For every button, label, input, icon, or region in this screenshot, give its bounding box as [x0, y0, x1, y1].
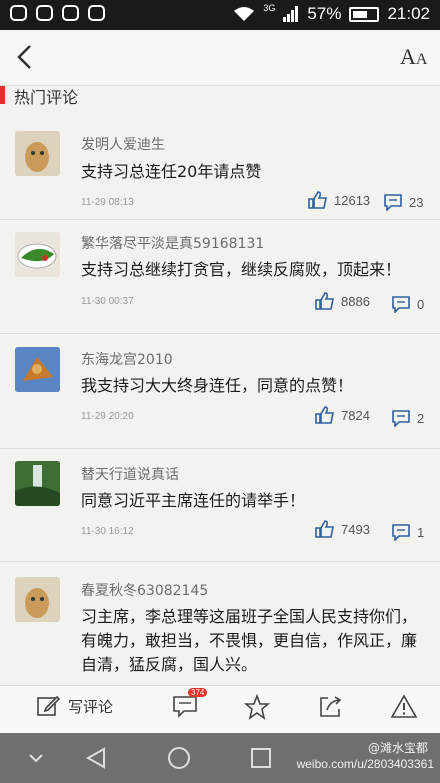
- weibo-notification-icon: [10, 5, 27, 21]
- like-button[interactable]: 8886: [315, 292, 370, 310]
- like-count: 7824: [341, 407, 370, 423]
- comments-icon: [173, 696, 197, 718]
- watermark-handle: @滩水宝都: [367, 741, 428, 755]
- star-icon: [244, 694, 270, 720]
- comment-item: 东海龙宫2010 我支持习大大终身连任，同意的点赞！ 11-29 20:20 7…: [0, 334, 440, 449]
- font-size-icon[interactable]: AA: [400, 44, 430, 74]
- comment-text: 同意习近平主席连任的请举手！: [81, 491, 306, 510]
- back-arrow-icon[interactable]: [10, 42, 40, 72]
- comment-time: 11-30 16:12: [81, 526, 134, 537]
- comment-text: 支持习总连任20年请点赞: [81, 162, 262, 181]
- recent-apps-square-icon[interactable]: [250, 747, 272, 769]
- write-comment-label: 写评论: [68, 697, 114, 716]
- cloud-notification-icon: [36, 5, 53, 21]
- comments-button[interactable]: 374: [172, 688, 208, 718]
- bottom-toolbar: 写评论 374: [0, 685, 440, 733]
- reply-count: 2: [417, 410, 425, 426]
- comment-bubble-icon: [392, 524, 410, 541]
- avatar[interactable]: [15, 347, 60, 392]
- heart-notification-icon: [62, 5, 79, 21]
- reply-count: 0: [417, 296, 425, 312]
- signal-icon: [283, 6, 299, 22]
- section-title: 热门评论: [14, 88, 79, 107]
- watermark-url: weibo.com/u/2803403361: [296, 757, 434, 771]
- comment-count-badge: 374: [188, 688, 208, 697]
- warning-icon: [390, 694, 418, 718]
- like-count: 8886: [341, 293, 370, 309]
- wifi-icon: [234, 7, 255, 21]
- comment-bubble-icon: [392, 296, 410, 313]
- reply-button[interactable]: 1: [391, 523, 424, 541]
- system-navigation-bar: @滩水宝都 weibo.com/u/2803403361: [0, 733, 440, 783]
- comment-bubble-icon: [392, 410, 410, 427]
- clock: 21:02: [387, 4, 430, 23]
- share-icon: [320, 696, 342, 717]
- comment-list: 发明人爱迪生 支持习总连任20年请点赞 11-29 08:13 12613 23…: [0, 112, 440, 677]
- reply-count: 1: [417, 524, 425, 540]
- battery-percent: 57%: [307, 4, 342, 23]
- comment-username[interactable]: 东海龙宫2010: [81, 349, 173, 369]
- favorite-button[interactable]: [244, 694, 270, 720]
- comment-text: 习主席，李总理等这届班子全国人民支持你们，有魄力，敢担当，不畏惧，更自信，作风正…: [81, 607, 418, 674]
- thumbs-up-icon: [315, 520, 334, 538]
- thumbs-up-icon: [315, 406, 334, 424]
- back-triangle-icon[interactable]: [84, 746, 108, 770]
- like-count: 7493: [341, 521, 370, 537]
- report-button[interactable]: [390, 694, 418, 720]
- comment-username[interactable]: 发明人爱迪生: [81, 134, 165, 154]
- like-count: 12613: [334, 192, 371, 208]
- share-button[interactable]: [318, 694, 344, 720]
- reply-button[interactable]: 2: [391, 409, 424, 427]
- like-button[interactable]: 7493: [315, 520, 370, 538]
- avatar[interactable]: [15, 232, 60, 277]
- comment-bubble-icon: [384, 194, 402, 211]
- reply-button[interactable]: 0: [391, 295, 424, 313]
- reply-count: 23: [409, 194, 424, 210]
- thumbs-up-icon: [315, 292, 334, 310]
- avatar[interactable]: [15, 131, 60, 176]
- comment-text: 我支持习大大终身连任，同意的点赞！: [81, 376, 354, 395]
- pencil-icon: [37, 695, 60, 716]
- status-bar: 3G 57% 21:02: [0, 0, 440, 30]
- comment-text: 支持习总继续打贪官，继续反腐败，顶起来！: [81, 260, 402, 279]
- battery-icon: [349, 6, 380, 22]
- comment-username[interactable]: 春夏秋冬63082145: [81, 580, 208, 600]
- comment-time: 11-29 20:20: [81, 411, 134, 422]
- chevron-down-icon[interactable]: [27, 751, 45, 765]
- like-button[interactable]: 7824: [315, 406, 370, 424]
- like-button[interactable]: 12613: [308, 191, 370, 209]
- notification-icons: [10, 5, 105, 21]
- comment-time: 11-30 00:37: [81, 296, 134, 307]
- comment-username[interactable]: 繁华落尽平淡是真59168131: [81, 233, 264, 253]
- comment-time: 11-29 08:13: [81, 197, 134, 208]
- shield-notification-icon: [88, 5, 105, 21]
- avatar[interactable]: [15, 461, 60, 506]
- home-circle-icon[interactable]: [166, 745, 192, 771]
- avatar[interactable]: [15, 577, 60, 622]
- comment-item: 发明人爱迪生 支持习总连任20年请点赞 11-29 08:13 12613 23: [0, 112, 440, 220]
- comment-item: 替天行道说真话 同意习近平主席连任的请举手！ 11-30 16:12 7493 …: [0, 449, 440, 562]
- comment-item: 繁华落尽平淡是真59168131 支持习总继续打贪官，继续反腐败，顶起来！ 11…: [0, 220, 440, 334]
- comment-item: 春夏秋冬63082145 习主席，李总理等这届班子全国人民支持你们，有魄力，敢担…: [0, 562, 440, 677]
- thumbs-up-icon: [308, 191, 327, 209]
- write-comment-button[interactable]: 写评论: [36, 694, 113, 718]
- section-accent-bar: [0, 86, 5, 104]
- comment-username[interactable]: 替天行道说真话: [81, 464, 179, 484]
- section-header: 热门评论: [0, 84, 440, 110]
- nav-bar: AA: [0, 30, 440, 86]
- reply-button[interactable]: 23: [383, 193, 423, 211]
- network-type-label: 3G: [263, 3, 276, 13]
